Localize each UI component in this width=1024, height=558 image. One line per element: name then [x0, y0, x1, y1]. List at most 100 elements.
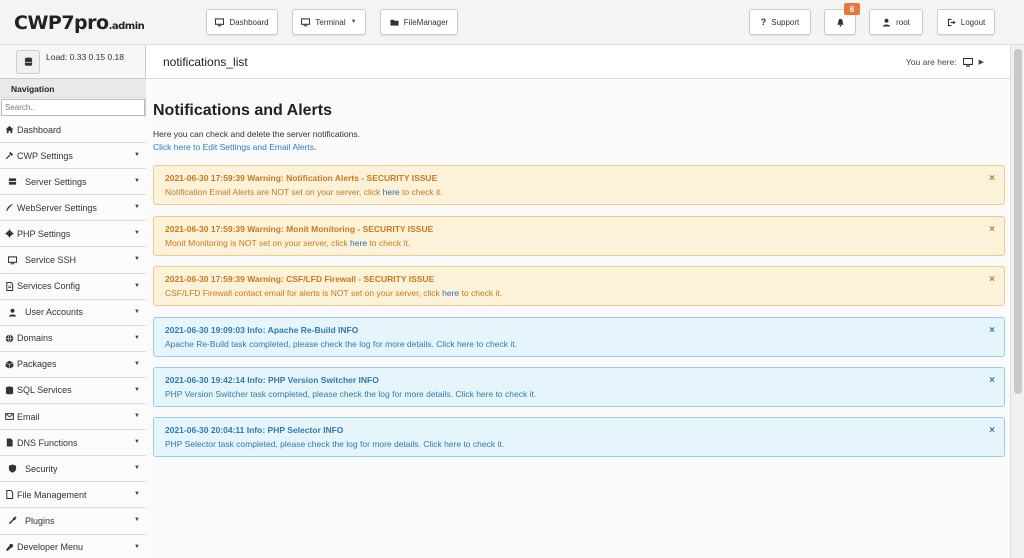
sidebar-item-services-config[interactable]: Services Config ▼ [0, 273, 146, 300]
dashboard-button[interactable]: Dashboard [206, 9, 278, 35]
chevron-down-icon: ▼ [134, 543, 140, 550]
sidebar-item-email[interactable]: Email ▼ [0, 404, 146, 431]
scrollbar[interactable] [1010, 45, 1024, 558]
chevron-down-icon: ▼ [134, 204, 140, 211]
alert-message: Notification Email Alerts are NOT set on… [165, 187, 993, 197]
sidebar-item-dns-functions[interactable]: DNS Functions ▼ [0, 430, 146, 457]
sidebar-item-service-ssh[interactable]: Service SSH ▼ [0, 247, 146, 274]
sidebar-item-label: PHP Settings [17, 228, 71, 239]
page-heading: Notifications and Alerts [153, 102, 332, 119]
settings-link-tail: . [314, 142, 317, 152]
support-button[interactable]: ? Support [749, 9, 811, 35]
alert-here-link[interactable]: here [442, 288, 459, 298]
search-input[interactable] [1, 99, 145, 116]
chevron-down-icon: ▼ [134, 230, 140, 237]
edit-settings-link[interactable]: Click here to Edit Settings and Email Al… [153, 142, 314, 152]
sidebar-item-label: Plugins [25, 515, 55, 526]
envelope-icon [4, 412, 15, 422]
chevron-down-icon: ▼ [134, 413, 140, 420]
filemanager-button[interactable]: FileManager [380, 9, 458, 35]
alert-message: PHP Selector task completed, please chec… [165, 439, 993, 449]
monitor-icon [301, 17, 311, 26]
alert-here-link[interactable]: here [444, 439, 461, 449]
support-label: Support [771, 17, 800, 27]
navigation-title: Navigation [0, 79, 146, 98]
globe-icon [4, 333, 15, 343]
user-label: root [896, 17, 910, 27]
sidebar-item-server-settings[interactable]: Server Settings ▼ [0, 169, 146, 196]
scrollbar-thumb[interactable] [1014, 49, 1022, 394]
dns-icon [4, 438, 15, 448]
alert-message-tail: to check it. [367, 238, 411, 248]
sidebar-item-packages[interactable]: Packages ▼ [0, 351, 146, 378]
file-icon [4, 490, 15, 500]
breadcrumb-label: You are here: [905, 57, 957, 67]
sidebar-item-dashboard[interactable]: Dashboard [0, 117, 146, 144]
settings-link-line: Click here to Edit Settings and Email Al… [153, 142, 316, 152]
server-status-button[interactable] [16, 50, 40, 74]
chevron-down-icon: ▼ [134, 439, 140, 446]
chevron-down-icon: ▼ [350, 19, 357, 25]
sidebar-item-security[interactable]: Security ▼ [0, 456, 146, 483]
logout-icon [947, 18, 956, 26]
close-icon[interactable]: × [989, 375, 995, 386]
sidebar-item-domains[interactable]: Domains ▼ [0, 325, 146, 352]
close-icon[interactable]: × [989, 173, 995, 184]
sidebar-item-developer-menu[interactable]: Developer Menu ▼ [0, 534, 146, 558]
close-icon[interactable]: × [989, 425, 995, 436]
chevron-down-icon: ▼ [134, 334, 140, 341]
sidebar-item-cwp-settings[interactable]: CWP Settings ▼ [0, 143, 146, 170]
sidebar-item-sql-services[interactable]: SQL Services ▼ [0, 377, 146, 405]
terminal-label: Terminal [315, 17, 346, 27]
alert-message: Monit Monitoring is NOT set on your serv… [165, 238, 993, 248]
alert-here-link[interactable]: here [476, 389, 493, 399]
warning-alert: 2021-06-30 17:59:39 Warning: Monit Monit… [153, 216, 1005, 256]
sidebar-item-php-settings[interactable]: PHP Settings ▼ [0, 221, 146, 248]
alert-title: 2021-06-30 17:59:39 Warning: CSF/LFD Fir… [165, 274, 435, 284]
logout-label: Logout [960, 17, 986, 27]
monitor-icon[interactable] [962, 57, 973, 67]
logout-button[interactable]: Logout [937, 9, 995, 35]
sidebar-item-webserver-settings[interactable]: WebServer Settings ▼ [0, 195, 146, 222]
alert-message-tail: to check it. [474, 339, 517, 349]
user-menu-button[interactable]: root [869, 9, 923, 35]
chevron-down-icon: ▼ [134, 308, 140, 315]
sidebar-item-label: Domains [17, 333, 53, 344]
alert-here-link[interactable]: here [350, 238, 367, 248]
close-icon[interactable]: × [989, 224, 995, 235]
logo-suffix: .admin [108, 21, 145, 32]
sidebar-item-label: Services Config [17, 281, 81, 292]
alert-message: CSF/LFD Firewall contact email for alert… [165, 288, 993, 298]
close-icon[interactable]: × [989, 325, 995, 336]
alert-message-tail: to check it. [493, 389, 537, 399]
user-icon [7, 307, 18, 317]
document-icon [4, 281, 15, 291]
sidebar: Load: 0.33 0.15 0.18 Navigation Dashboar… [0, 45, 146, 558]
page-header: notifications_list You are here: ▶ [146, 45, 1010, 79]
monitor-icon [215, 17, 225, 26]
terminal-button[interactable]: Terminal ▼ [292, 9, 366, 35]
logo[interactable]: CWP7pro.admin [14, 12, 145, 34]
close-icon[interactable]: × [989, 274, 995, 285]
info-alert: 2021-06-30 19:42:14 Info: PHP Version Sw… [153, 367, 1005, 407]
alert-message-text: PHP Selector task completed, please chec… [165, 439, 445, 449]
box-icon [4, 359, 15, 369]
shield-icon [7, 464, 18, 474]
sidebar-item-plugins[interactable]: Plugins ▼ [0, 508, 146, 535]
alert-message-text: Apache Re-Build task completed, please c… [165, 339, 457, 349]
database-icon [24, 57, 32, 66]
logo-text: CWP7pro [14, 12, 109, 34]
chevron-down-icon: ▼ [134, 491, 140, 498]
chevron-down-icon: ▼ [134, 256, 140, 263]
alert-message-text: CSF/LFD Firewall contact email for alert… [165, 288, 443, 298]
alert-here-link[interactable]: here [457, 339, 474, 349]
sidebar-item-label: DNS Functions [17, 437, 78, 448]
breadcrumb: You are here: ▶ [906, 57, 984, 67]
sidebar-item-label: File Management [17, 489, 87, 500]
sidebar-item-label: Developer Menu [17, 542, 84, 553]
chevron-down-icon: ▼ [134, 178, 140, 185]
alert-here-link[interactable]: here [383, 187, 400, 197]
sidebar-item-user-accounts[interactable]: User Accounts ▼ [0, 299, 146, 326]
server-load-panel: Load: 0.33 0.15 0.18 [0, 45, 146, 79]
sidebar-item-file-management[interactable]: File Management ▼ [0, 482, 146, 509]
